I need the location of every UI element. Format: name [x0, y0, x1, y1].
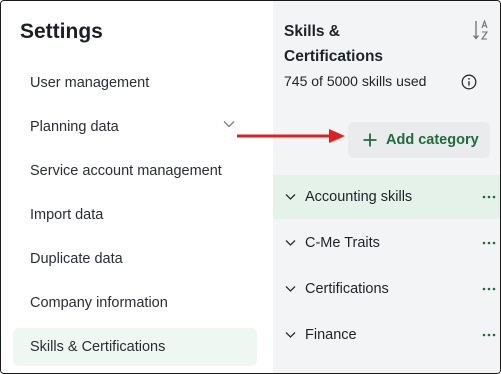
- nav-item-label: Service account management: [30, 163, 222, 179]
- more-horizontal-icon[interactable]: [482, 287, 496, 291]
- nav-item-label: Planning data: [30, 119, 119, 135]
- chevron-down-icon[interactable]: [223, 120, 235, 128]
- more-horizontal-icon[interactable]: [482, 195, 496, 199]
- nav-item-company-information[interactable]: Company information: [13, 284, 257, 322]
- nav-item-label: Duplicate data: [30, 251, 123, 267]
- nav-item-duplicate-data[interactable]: Duplicate data: [13, 240, 257, 278]
- nav-item-user-management[interactable]: User management: [13, 64, 257, 102]
- nav-item-label: Import data: [30, 207, 104, 223]
- nav-item-label: User management: [30, 75, 150, 91]
- chevron-down-icon[interactable]: [285, 331, 296, 339]
- category-row-finance[interactable]: Finance: [273, 313, 500, 357]
- category-row-c-me-traits[interactable]: C-Me Traits: [273, 221, 500, 265]
- category-row-certifications[interactable]: Certifications: [273, 267, 500, 311]
- nav-item-label: Skills & Certifications: [30, 339, 166, 355]
- panel-title: Skills & Certifications: [284, 23, 384, 65]
- page-title: Settings: [20, 20, 103, 43]
- app-window: Settings User management Planning data S…: [0, 0, 501, 374]
- sort-az-icon[interactable]: [472, 18, 492, 42]
- nav-item-import-data[interactable]: Import data: [13, 196, 257, 234]
- nav-item-skills-certifications[interactable]: Skills & Certifications: [13, 328, 257, 366]
- category-row-accounting-skills[interactable]: Accounting skills: [273, 175, 500, 219]
- skills-panel: Skills & Certifications 745 of 5000 skil…: [273, 1, 500, 373]
- nav-item-label: Company information: [30, 295, 168, 311]
- category-name: C-Me Traits: [305, 235, 380, 251]
- settings-sidebar: Settings User management Planning data S…: [1, 1, 273, 373]
- chevron-down-icon[interactable]: [285, 285, 296, 293]
- plus-icon: [363, 133, 377, 147]
- add-category-label: Add category: [386, 132, 479, 148]
- category-name: Accounting skills: [305, 189, 413, 205]
- add-category-button[interactable]: Add category: [348, 122, 490, 158]
- more-horizontal-icon[interactable]: [482, 241, 496, 245]
- nav-item-planning-data[interactable]: Planning data: [13, 108, 257, 146]
- chevron-down-icon[interactable]: [285, 239, 296, 247]
- more-horizontal-icon[interactable]: [482, 333, 496, 337]
- chevron-down-icon[interactable]: [285, 193, 296, 201]
- annotation-arrow: [237, 129, 345, 143]
- info-icon[interactable]: [461, 74, 477, 90]
- category-name: Certifications: [305, 281, 389, 297]
- nav-item-service-account-management[interactable]: Service account management: [13, 152, 257, 190]
- skills-usage-count: 745 of 5000 skills used: [284, 73, 427, 89]
- category-name: Finance: [305, 327, 357, 343]
